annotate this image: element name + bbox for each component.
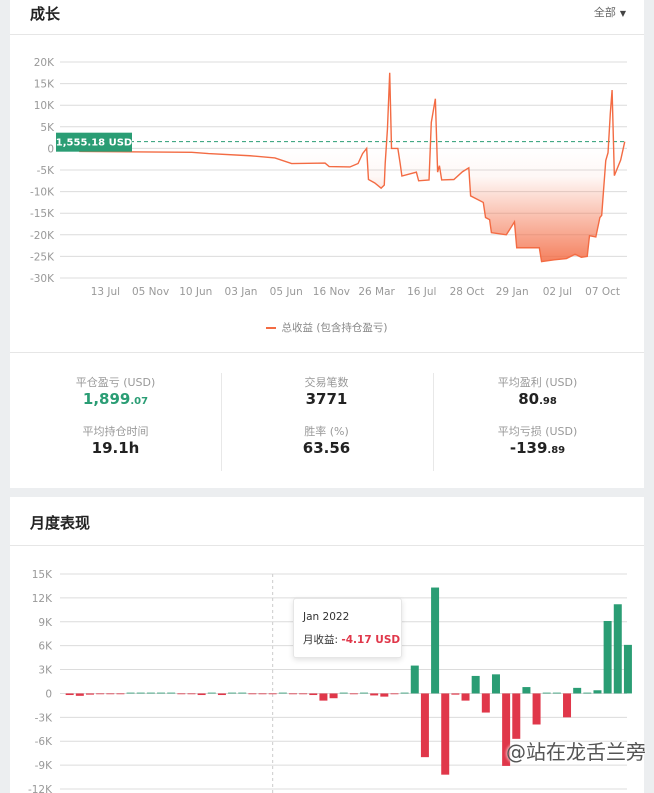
bar — [451, 693, 460, 695]
bar — [583, 692, 592, 694]
x-tick-label: 16 Jul — [407, 286, 436, 298]
y-tick-label: 15K — [34, 79, 55, 91]
bar — [258, 693, 267, 695]
bar — [552, 692, 561, 694]
x-tick-label: 07 Oct — [585, 286, 620, 298]
bar — [441, 693, 450, 775]
y-tick-label: 10K — [34, 100, 55, 112]
tooltip-label: 月收益: — [303, 634, 342, 646]
y-tick-label: -20K — [30, 230, 55, 242]
bar — [370, 693, 379, 696]
bar — [410, 665, 419, 694]
watermark: @站在龙舌兰旁 — [506, 740, 646, 764]
y-tick-label: -3K — [35, 712, 53, 724]
tooltip-value-row: 月收益: -4.17 USD — [303, 632, 400, 647]
bar — [65, 693, 74, 696]
bar — [207, 692, 216, 694]
bar — [146, 692, 155, 694]
bar — [75, 693, 84, 696]
bar-tooltip: Jan 2022 月收益: -4.17 USD — [293, 598, 402, 658]
bar — [613, 604, 622, 694]
bar — [522, 687, 531, 694]
y-tick-label: 20K — [34, 57, 55, 69]
bar — [329, 693, 338, 699]
bar — [420, 693, 429, 758]
bar — [390, 693, 399, 695]
bar — [563, 693, 572, 718]
bar — [217, 693, 226, 696]
bar — [532, 693, 541, 725]
bar — [380, 693, 389, 697]
y-tick-label: -25K — [30, 251, 55, 263]
bar — [471, 675, 480, 694]
y-tick-label: -15K — [30, 208, 55, 220]
bar — [106, 693, 115, 695]
bar — [177, 693, 186, 695]
bar — [238, 692, 247, 694]
current-value-label: 1,555.18 USD — [56, 138, 132, 149]
y-tick-label: 15K — [32, 569, 53, 581]
bar — [603, 620, 612, 694]
x-tick-label: 03 Jan — [225, 286, 258, 298]
y-tick-label: 9K — [38, 617, 53, 629]
bar — [360, 692, 369, 694]
bar — [461, 693, 470, 701]
bar — [309, 693, 318, 696]
x-tick-label: 29 Jan — [496, 286, 529, 298]
y-tick-label: 0 — [45, 688, 52, 700]
bar — [228, 692, 237, 694]
bar — [542, 692, 551, 694]
growth-line-chart[interactable]: 20K 15K 10K 5K 0 -5K -10K -15K -20K -25K -30K 13 Ju… — [30, 57, 627, 298]
x-tick-label: 26 Mar — [358, 286, 395, 298]
bar — [491, 674, 500, 694]
bar — [248, 693, 257, 695]
x-tick-label: 28 Oct — [450, 286, 485, 298]
bar — [400, 692, 409, 694]
x-tick-label: 10 Jun — [179, 286, 212, 298]
bar — [319, 693, 328, 701]
bar — [593, 690, 602, 694]
tooltip-value: -4.17 USD — [341, 634, 401, 646]
bar — [85, 693, 94, 695]
bar — [573, 687, 582, 694]
bar — [278, 692, 287, 694]
bar — [116, 693, 125, 695]
y-tick-label: 0 — [47, 143, 54, 155]
x-tick-label: 05 Jun — [270, 286, 303, 298]
y-tick-label: 6K — [38, 641, 53, 653]
y-tick-label: 3K — [38, 665, 53, 677]
x-tick-label: 16 Nov — [313, 286, 350, 298]
tooltip-month: Jan 2022 — [303, 611, 350, 623]
y-tick-label: -12K — [28, 784, 53, 793]
y-tick-label: -30K — [30, 273, 55, 285]
bar — [431, 587, 440, 694]
bar — [623, 644, 632, 694]
charts-canvas: 20K 15K 10K 5K 0 -5K -10K -15K -20K -25K -30K 13 Ju… — [28, 57, 632, 793]
bar — [187, 693, 196, 695]
x-tick-label: 02 Jul — [543, 286, 572, 298]
bar — [197, 693, 206, 696]
bar — [167, 692, 176, 694]
y-tick-label: -10K — [30, 187, 55, 199]
bar — [268, 693, 277, 695]
y-tick-label: 12K — [32, 593, 53, 605]
y-tick-label: -6K — [35, 736, 53, 748]
y-tick-label: 5K — [40, 122, 55, 134]
bar — [126, 692, 135, 694]
bar — [339, 692, 348, 694]
bar — [136, 692, 145, 694]
bar — [157, 692, 166, 694]
x-tick-label: 05 Nov — [132, 286, 169, 298]
bar — [288, 693, 297, 695]
bar — [299, 693, 308, 695]
bar — [512, 693, 521, 739]
bar — [349, 693, 358, 695]
bar — [96, 693, 105, 695]
x-tick-label: 13 Jul — [91, 286, 120, 298]
bar — [481, 693, 490, 713]
y-tick-label: -5K — [37, 165, 55, 177]
y-tick-label: -9K — [35, 760, 53, 772]
